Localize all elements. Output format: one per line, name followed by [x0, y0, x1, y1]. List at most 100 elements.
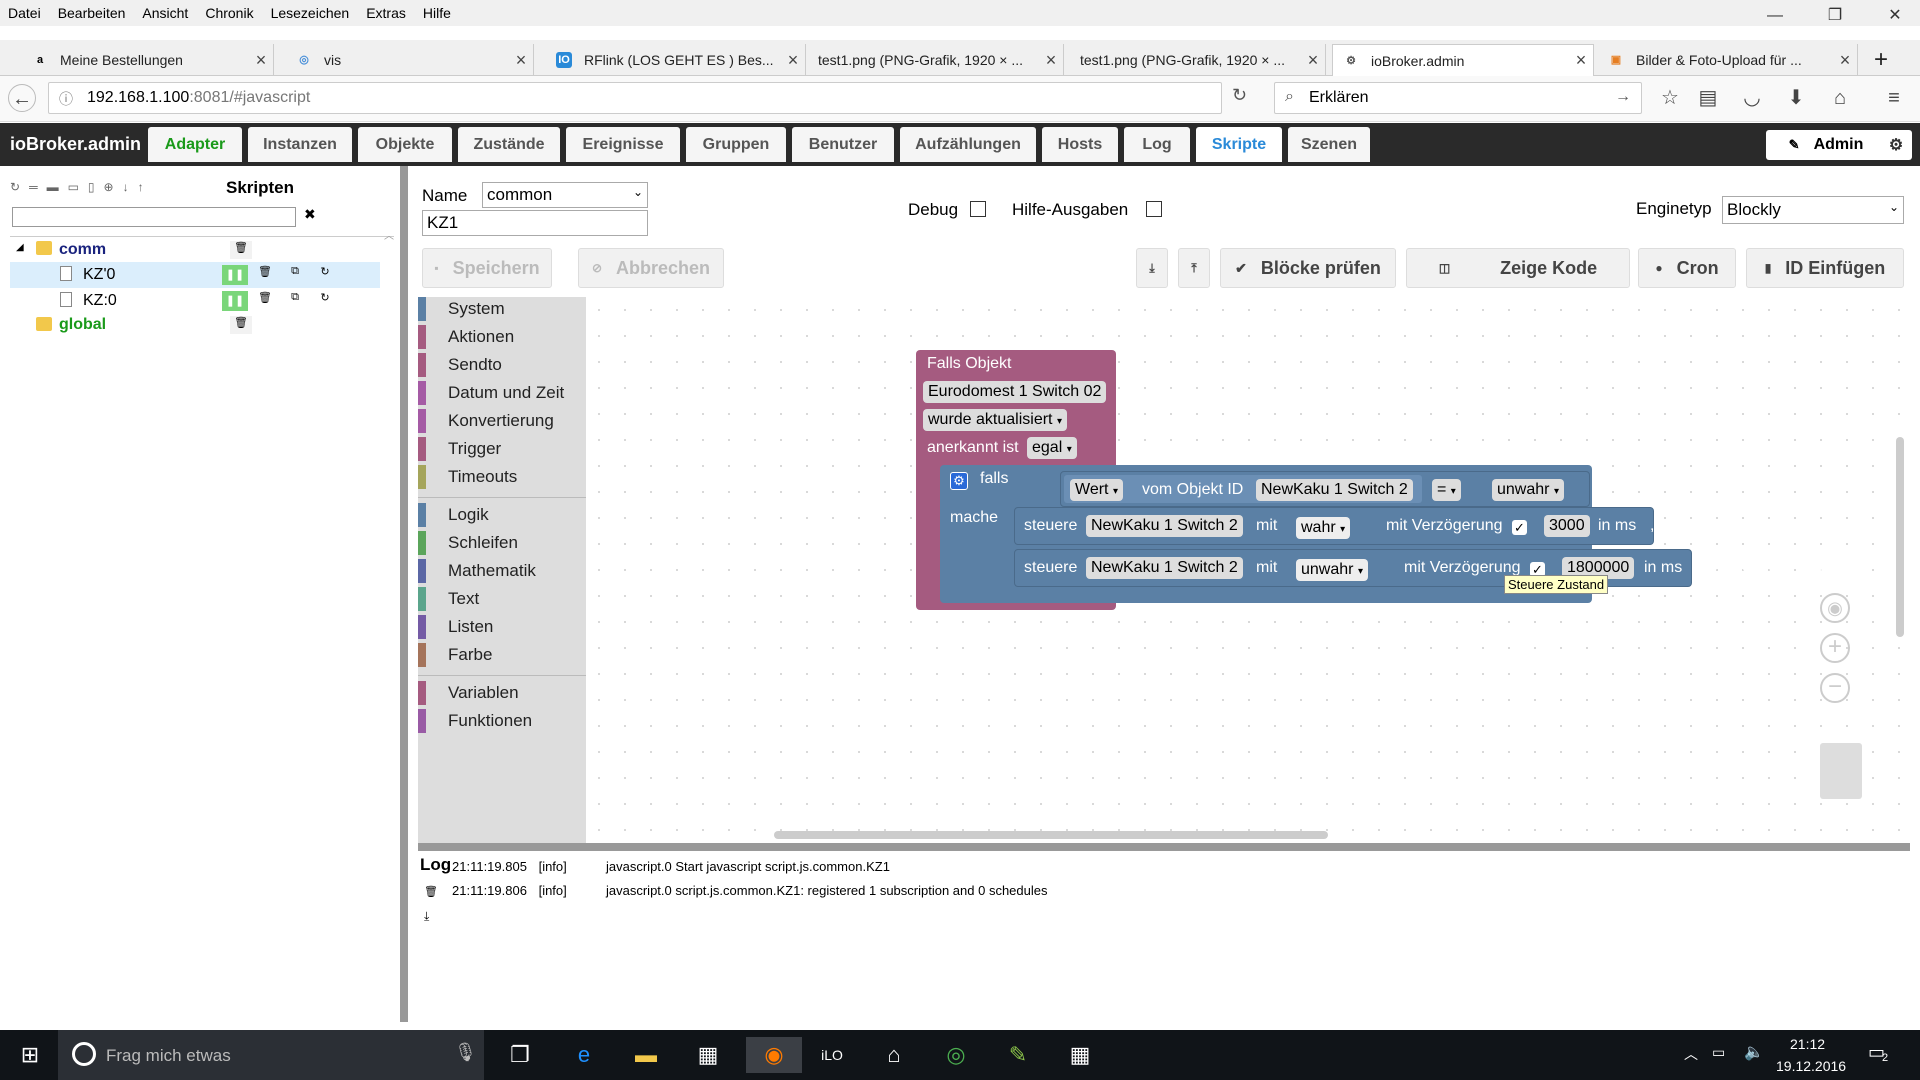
pause-icon[interactable]: ❚❚ [222, 291, 248, 311]
close-window-icon[interactable]: ✕ [1872, 0, 1918, 32]
close-tab-icon[interactable]: × [509, 50, 533, 71]
close-tab-icon[interactable]: × [781, 50, 805, 71]
delete-log-icon[interactable]: 🗑 [424, 885, 438, 898]
control-object-field[interactable]: NewKaku 1 Switch 2 [1086, 557, 1243, 579]
close-tab-icon[interactable]: × [1301, 50, 1325, 71]
category-system[interactable]: System [418, 297, 505, 321]
value-dropdown[interactable]: wahr ▾ [1296, 517, 1351, 539]
browser-tab[interactable]: ▣ Bilder & Foto-Upload für ... × [1598, 44, 1858, 76]
category-trigger[interactable]: Trigger [418, 437, 501, 461]
refresh-icon[interactable]: ↻ [10, 180, 29, 194]
home-icon[interactable]: ⌂ [1826, 84, 1854, 112]
reading-list-icon[interactable]: ▤ [1694, 84, 1722, 112]
export-icon[interactable]: ↑ [138, 180, 153, 194]
download-log-icon[interactable]: ⤓ [424, 909, 429, 924]
menu-lesezeichen[interactable]: Lesezeichen [271, 5, 350, 21]
category-text[interactable]: Text [418, 587, 479, 611]
tab-ereignisse[interactable]: Ereignisse [566, 127, 680, 162]
admin-button[interactable]: ✎ Admin [1766, 130, 1886, 160]
tab-objekte[interactable]: Objekte [358, 127, 452, 162]
search-box[interactable]: ⌕ Erklären → [1274, 82, 1642, 114]
folder-open-icon[interactable]: ▭ [68, 180, 88, 194]
url-bar[interactable]: ⓘ 192.168.1.100:8081/#javascript ↻ [48, 82, 1247, 114]
browser-tab[interactable]: test1.png (PNG-Grafik, 1920 × ... × [1070, 44, 1326, 76]
help-checkbox[interactable] [1146, 201, 1162, 217]
firefox-icon[interactable]: ◉ [746, 1037, 802, 1073]
save-button[interactable]: ▪ Speichern [422, 248, 552, 288]
category-aktionen[interactable]: Aktionen [418, 325, 514, 349]
operator-dropdown[interactable]: = ▾ [1432, 479, 1461, 501]
show-code-button[interactable]: ◫ Zeige Kode [1406, 248, 1630, 288]
bool-dropdown[interactable]: unwahr ▾ [1492, 479, 1564, 501]
volume-icon[interactable]: 🔈 [1744, 1042, 1764, 1062]
ilo-icon[interactable]: iLO [810, 1037, 854, 1073]
script-name-input[interactable] [422, 210, 648, 236]
insert-id-button[interactable]: ▮ ID Einfügen [1746, 248, 1904, 288]
pause-icon[interactable]: ❚❚ [222, 265, 248, 285]
control-object-field[interactable]: NewKaku 1 Switch 2 [1086, 515, 1243, 537]
browser-tab-active[interactable]: ⚙ ioBroker.admin × [1332, 44, 1594, 76]
tree-folder-global[interactable]: global 🗑 [16, 314, 388, 336]
collapse-icon[interactable]: ═ [29, 180, 47, 194]
import-icon[interactable]: ↓ [123, 180, 138, 194]
debug-checkbox[interactable] [970, 201, 986, 217]
tab-aufzaehlungen[interactable]: Aufzählungen [900, 127, 1036, 162]
new-tab-icon[interactable]: + [1864, 44, 1904, 76]
folder-icon[interactable]: ▬ [47, 180, 68, 194]
menu-chronik[interactable]: Chronik [205, 5, 253, 21]
category-mathematik[interactable]: Mathematik [418, 559, 536, 583]
cond-object-field[interactable]: NewKaku 1 Switch 2 [1256, 479, 1413, 501]
tab-gruppen[interactable]: Gruppen [686, 127, 786, 162]
delay-checkbox[interactable]: ✓ [1512, 520, 1527, 535]
delete-icon[interactable]: 🗑 [254, 265, 276, 285]
edge-icon[interactable]: e [562, 1037, 606, 1073]
trash-icon[interactable] [1820, 743, 1862, 799]
menu-ansicht[interactable]: Ansicht [142, 5, 188, 21]
clear-checkbox[interactable] [1796, 520, 1811, 535]
maximize-icon[interactable]: ❐ [1812, 0, 1858, 32]
delete-icon[interactable]: 🗑 [254, 291, 276, 311]
export-button[interactable]: ⤓ [1136, 248, 1168, 288]
tray-chevron-icon[interactable]: ︿ [1684, 1044, 1698, 1064]
menu-bearbeiten[interactable]: Bearbeiten [58, 5, 126, 21]
tree-script-kz-1[interactable]: KZ'0 ❚❚ 🗑 ⧉ ↻ [10, 262, 380, 288]
tab-instanzen[interactable]: Instanzen [248, 127, 352, 162]
trigger-object-field[interactable]: Eurodomest 1 Switch 02 [923, 381, 1107, 403]
trigger-condition-dropdown[interactable]: wurde aktualisiert ▾ [923, 409, 1067, 431]
clear-filter-icon[interactable]: ✖ [304, 206, 316, 223]
category-datum[interactable]: Datum und Zeit [418, 381, 564, 405]
import-button[interactable]: ⤒ [1178, 248, 1210, 288]
expand-icon[interactable]: ◢ [16, 242, 24, 253]
category-timeouts[interactable]: Timeouts [418, 465, 517, 489]
restart-icon[interactable]: ↻ [314, 291, 336, 311]
tab-adapter[interactable]: Adapter [148, 127, 242, 162]
back-icon[interactable]: ← [8, 84, 36, 112]
clock-time[interactable]: 21:12 [1790, 1036, 1825, 1052]
category-listen[interactable]: Listen [418, 615, 493, 639]
star-icon[interactable]: ☆ [1656, 84, 1684, 112]
browser-tab[interactable]: test1.png (PNG-Grafik, 1920 × ... × [808, 44, 1064, 76]
battery-icon[interactable]: ▭ [1712, 1044, 1725, 1061]
store-icon[interactable]: ▦ [686, 1037, 730, 1073]
engine-select[interactable]: Blockly ⌄ [1722, 196, 1904, 224]
close-tab-icon[interactable]: × [249, 50, 273, 71]
home-icon[interactable]: ⌂ [872, 1037, 916, 1073]
menu-hilfe[interactable]: Hilfe [423, 5, 451, 21]
restart-icon[interactable]: ↻ [314, 265, 336, 285]
category-logik[interactable]: Logik [418, 503, 489, 527]
menu-datei[interactable]: Datei [8, 5, 41, 21]
tree-folder-comm[interactable]: ◢ comm 🗑 [16, 240, 388, 262]
gear-icon[interactable]: ⚙ [950, 472, 968, 490]
copy-icon[interactable]: ⧉ [284, 291, 306, 311]
pocket-icon[interactable]: ◡ [1738, 84, 1766, 112]
close-tab-icon[interactable]: × [1039, 50, 1063, 71]
tree-script-kz-2[interactable]: KZ:0 ❚❚ 🗑 ⧉ ↻ [10, 288, 380, 314]
category-schleifen[interactable]: Schleifen [418, 531, 518, 555]
new-file-icon[interactable]: ▯ [88, 180, 104, 194]
close-tab-icon[interactable]: × [1569, 50, 1593, 71]
windows-start-icon[interactable]: ⊞ [8, 1037, 52, 1073]
category-sendto[interactable]: Sendto [418, 353, 502, 377]
category-variablen[interactable]: Variablen [418, 681, 519, 705]
tab-log[interactable]: Log [1124, 127, 1190, 162]
microphone-icon[interactable]: 🎙 [454, 1042, 477, 1063]
